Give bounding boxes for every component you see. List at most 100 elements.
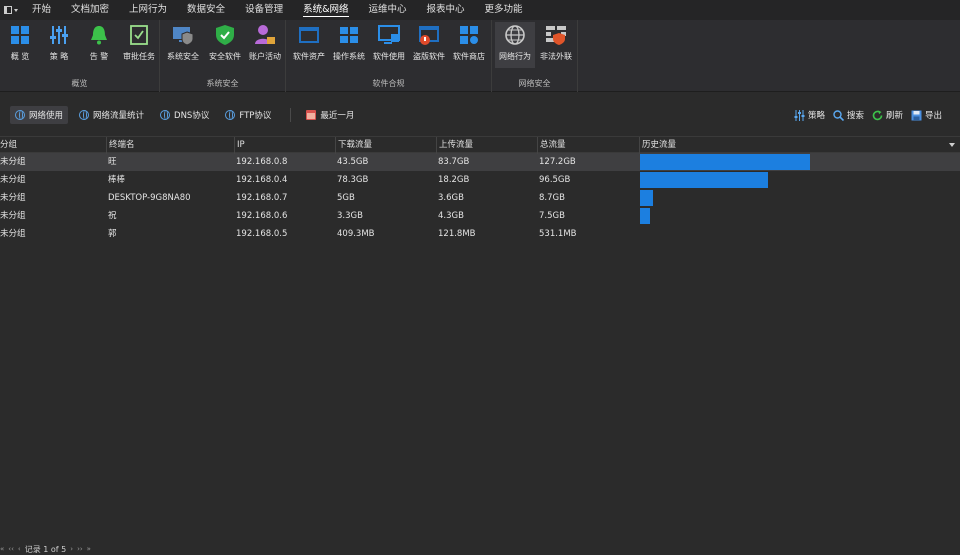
refresh-button[interactable]: 刷新 xyxy=(870,106,905,124)
menu-device-management[interactable]: 设备管理 xyxy=(235,0,293,20)
ribbon-group-software-compliance: 软件资产 操作系统 软件使用 盗版软件 软件商店 软件合规 xyxy=(286,20,492,92)
menu-internet-behavior[interactable]: 上网行为 xyxy=(119,0,177,20)
cell-group: 未分组 xyxy=(0,211,26,221)
policy-action-button[interactable]: 策略 xyxy=(792,106,827,124)
menu-start[interactable]: 开始 xyxy=(22,0,61,20)
column-header-total[interactable]: 总流量 xyxy=(537,137,639,154)
cell-download: 5GB xyxy=(337,193,355,203)
table-header: 分组 终端名 IP 下载流量 上传流量 总流量 历史流量 xyxy=(0,136,960,154)
approval-task-label: 审批任务 xyxy=(123,52,155,61)
overview-label: 概 览 xyxy=(10,52,30,61)
export-button[interactable]: 导出 xyxy=(909,106,944,124)
ribbon-group-overview: 概 览 策 略 告 警 审批任务 概览 xyxy=(0,20,160,92)
history-bar xyxy=(640,154,810,170)
cell-terminal-name: 旺 xyxy=(108,157,117,167)
policy-label: 策 略 xyxy=(49,52,69,61)
tab-ftp-protocol[interactable]: FTP协议 xyxy=(220,106,276,124)
cell-download: 409.3MB xyxy=(337,229,375,239)
pirated-software-button[interactable]: 盗版软件 xyxy=(410,22,448,68)
user-lock-icon xyxy=(255,25,275,44)
group-label-software-compliance: 软件合规 xyxy=(372,79,405,88)
software-assets-button[interactable]: 软件资产 xyxy=(290,22,328,68)
software-usage-button[interactable]: 软件使用 xyxy=(370,22,408,68)
window-icon xyxy=(299,27,319,43)
cell-terminal-name: 棒棒 xyxy=(108,175,126,185)
illegal-connection-label: 非法外联 xyxy=(540,52,572,61)
menu-system-network[interactable]: 系统&网络 xyxy=(293,0,358,20)
column-header-group[interactable]: 分组 xyxy=(0,137,106,154)
policy-action-label: 策略 xyxy=(807,111,825,121)
table-row[interactable]: 未分组 郭 192.168.0.5 409.3MB 121.8MB 531.1M… xyxy=(0,225,960,243)
column-header-terminal-name[interactable]: 终端名 xyxy=(106,137,234,154)
cell-upload: 3.6GB xyxy=(438,193,464,203)
export-label: 导出 xyxy=(924,111,942,121)
menu-doc-encryption[interactable]: 文档加密 xyxy=(61,0,119,20)
app-menu-button[interactable] xyxy=(0,0,22,20)
globe-icon xyxy=(505,25,525,45)
date-range-button[interactable]: 最近一月 xyxy=(301,106,359,124)
last-page-button[interactable]: » xyxy=(87,545,91,553)
menu-system-network-label: 系统&网络 xyxy=(303,4,349,17)
security-software-button[interactable]: 安全软件 xyxy=(206,22,244,68)
cell-terminal-name: 郭 xyxy=(108,229,117,239)
alert-label: 告 警 xyxy=(89,52,109,61)
record-counter: 记录 1 of 5 xyxy=(24,544,67,554)
approval-task-button[interactable]: 审批任务 xyxy=(120,22,158,68)
calendar-icon xyxy=(306,110,317,120)
pager: « ‹‹ ‹ 记录 1 of 5 › ›› » xyxy=(0,543,960,555)
save-icon xyxy=(911,110,922,120)
sliders-icon xyxy=(50,26,68,44)
policy-button[interactable]: 策 略 xyxy=(42,22,76,68)
cell-total: 7.5GB xyxy=(539,211,565,221)
search-icon xyxy=(833,109,844,121)
table-row[interactable]: 未分组 DESKTOP-9G8NA80 192.168.0.7 5GB 3.6G… xyxy=(0,189,960,207)
network-behavior-button[interactable]: 网络行为 xyxy=(495,22,535,68)
globe-icon xyxy=(225,110,236,120)
operating-system-button[interactable]: 操作系统 xyxy=(330,22,368,68)
cell-upload: 4.3GB xyxy=(438,211,464,221)
prev-page-button[interactable]: ‹ xyxy=(18,545,21,553)
tab-network-usage[interactable]: 网络使用 xyxy=(10,106,69,124)
cell-download: 43.5GB xyxy=(337,157,369,167)
menu-report-center[interactable]: 报表中心 xyxy=(417,0,475,20)
menu-ops-center[interactable]: 运维中心 xyxy=(359,0,417,20)
cell-download: 78.3GB xyxy=(337,175,369,185)
column-header-history[interactable]: 历史流量 xyxy=(639,137,960,154)
cell-ip: 192.168.0.8 xyxy=(236,157,288,167)
history-bar xyxy=(640,190,653,206)
cell-total: 127.2GB xyxy=(539,157,576,167)
column-header-ip[interactable]: IP xyxy=(234,137,335,154)
software-store-button[interactable]: 软件商店 xyxy=(450,22,488,68)
search-button[interactable]: 搜索 xyxy=(831,106,866,124)
view-toolbar: 网络使用 网络流量统计 DNS协议 FTP协议 最近一月 策略 搜索 刷新 导出 xyxy=(0,101,960,129)
tab-dns-protocol[interactable]: DNS协议 xyxy=(155,106,214,124)
ribbon: 概 览 策 略 告 警 审批任务 概览 系统安全 安全软件 账户活动 系统安全 xyxy=(0,20,960,92)
menu-data-security[interactable]: 数据安全 xyxy=(177,0,235,20)
system-security-button[interactable]: 系统安全 xyxy=(164,22,202,68)
store-icon xyxy=(460,26,478,44)
table-row[interactable]: 未分组 棒棒 192.168.0.4 78.3GB 18.2GB 96.5GB xyxy=(0,171,960,189)
overview-button[interactable]: 概 览 xyxy=(4,22,36,68)
chevron-down-icon[interactable] xyxy=(949,143,955,147)
windows-icon xyxy=(340,27,358,43)
prev-page-group-button[interactable]: ‹‹ xyxy=(8,545,14,553)
next-page-group-button[interactable]: ›› xyxy=(77,545,83,553)
table-row[interactable]: 未分组 旺 192.168.0.8 43.5GB 83.7GB 127.2GB xyxy=(0,153,960,171)
tab-network-traffic-stats[interactable]: 网络流量统计 xyxy=(74,106,149,124)
cell-history xyxy=(639,225,960,243)
cell-group: 未分组 xyxy=(0,229,26,239)
software-store-label: 软件商店 xyxy=(453,52,485,61)
menu-more-features[interactable]: 更多功能 xyxy=(475,0,533,20)
checklist-icon xyxy=(130,25,148,45)
column-header-download[interactable]: 下载流量 xyxy=(335,137,436,154)
operating-system-label: 操作系统 xyxy=(333,52,365,61)
next-page-button[interactable]: › xyxy=(70,545,73,553)
account-activity-button[interactable]: 账户活动 xyxy=(246,22,284,68)
table-row[interactable]: 未分组 祝 192.168.0.6 3.3GB 4.3GB 7.5GB xyxy=(0,207,960,225)
cell-history xyxy=(639,153,960,171)
menu-bar: 开始 文档加密 上网行为 数据安全 设备管理 系统&网络 运维中心 报表中心 更… xyxy=(0,0,960,20)
alert-button[interactable]: 告 警 xyxy=(82,22,116,68)
first-page-button[interactable]: « xyxy=(0,545,4,553)
illegal-connection-button[interactable]: 非法外联 xyxy=(536,22,576,68)
column-header-upload[interactable]: 上传流量 xyxy=(436,137,537,154)
